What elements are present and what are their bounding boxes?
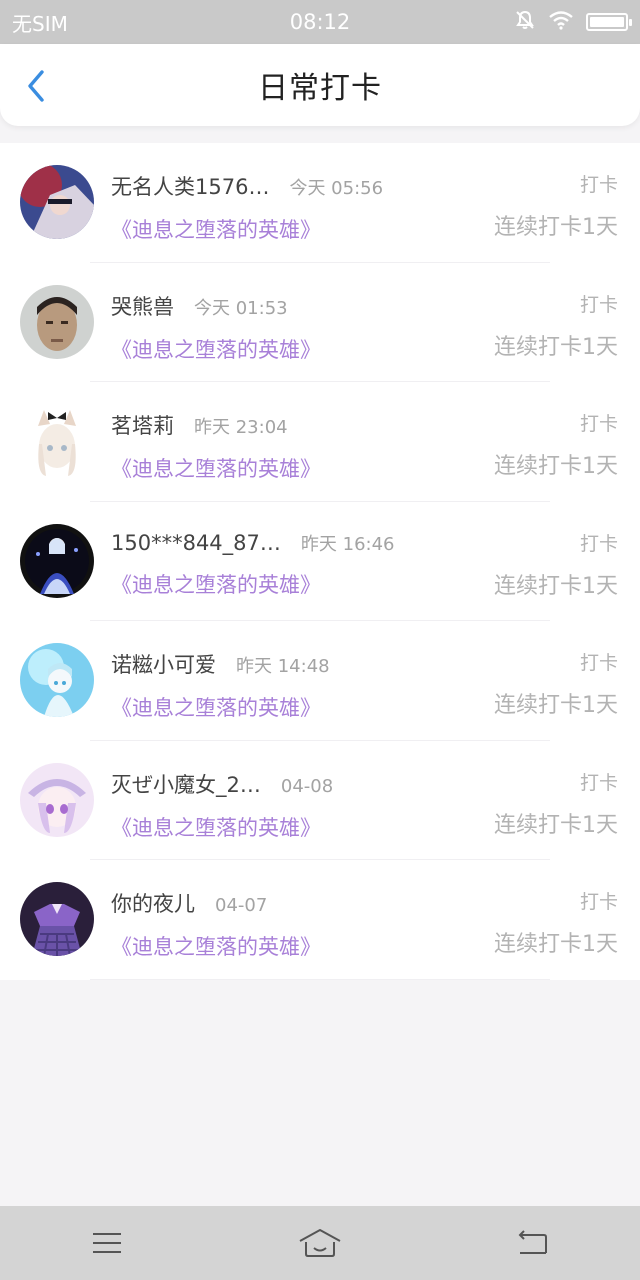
list-item[interactable]: 无名人类1576… 今天 05:56 《迪息之堕落的英雄》 打卡 连续打卡1天 <box>0 143 640 263</box>
streak-text: 连续打卡1天 <box>494 932 618 957</box>
avatar[interactable] <box>20 882 94 956</box>
checkin-label: 打卡 <box>579 293 618 316</box>
menu-icon[interactable] <box>77 1218 137 1268</box>
page-title: 日常打卡 <box>258 71 382 106</box>
checkin-time: 昨天 16:46 <box>300 533 395 555</box>
checkin-label: 打卡 <box>579 532 618 555</box>
name-line: 150***844_87… 昨天 16:46 <box>111 530 640 556</box>
name-line: 茗塔莉 昨天 23:04 <box>111 410 640 440</box>
name-line: 诺糍小可爱 昨天 14:48 <box>111 649 640 679</box>
list-item[interactable]: 你的夜儿 04-07 《迪息之堕落的英雄》 打卡 连续打卡1天 <box>0 860 640 980</box>
checkin-time: 昨天 14:48 <box>236 656 330 677</box>
chevron-left-icon[interactable] <box>18 68 54 104</box>
checkin-label: 打卡 <box>579 413 618 435</box>
list-item[interactable]: 诺糍小可爱 昨天 14:48 《迪息之堕落的英雄》 打卡 连续打卡1天 <box>0 621 640 741</box>
back-icon[interactable] <box>503 1218 563 1268</box>
checkin-time: 今天 05:56 <box>289 178 384 199</box>
checkin-time: 04-07 <box>215 895 268 916</box>
streak-text: 连续打卡1天 <box>494 812 618 838</box>
user-name[interactable]: 你的夜儿 <box>111 888 195 918</box>
user-name[interactable]: 灭ぜ小魔女_2… <box>111 769 261 799</box>
avatar[interactable] <box>20 762 94 837</box>
avatar[interactable] <box>20 404 94 478</box>
avatar[interactable] <box>20 165 94 239</box>
list-item[interactable]: 灭ぜ小魔女_2… 04-08 《迪息之堕落的英雄》 打卡 连续打卡1天 <box>0 741 640 861</box>
name-line: 灭ぜ小魔女_2… 04-08 <box>111 769 640 799</box>
status-bar: 无SIM 08:12 <box>0 0 640 44</box>
checkin-time: 今天 01:53 <box>194 297 288 319</box>
user-name[interactable]: 诺糍小可爱 <box>111 649 216 679</box>
list-item[interactable]: 150***844_87… 昨天 16:46 《迪息之堕落的英雄》 打卡 连续打… <box>0 502 640 622</box>
name-line: 你的夜儿 04-07 <box>111 888 640 918</box>
checkin-label: 打卡 <box>579 652 618 674</box>
system-nav-bar <box>0 1206 640 1280</box>
checkin-label: 打卡 <box>579 174 618 196</box>
checkin-time: 04-08 <box>280 775 334 797</box>
avatar[interactable] <box>20 643 94 717</box>
avatar[interactable] <box>20 284 94 359</box>
checkin-label: 打卡 <box>579 891 618 913</box>
user-name[interactable]: 150***844_87… <box>111 531 281 555</box>
streak-text: 连续打卡1天 <box>494 573 618 599</box>
streak-text: 连续打卡1天 <box>494 454 618 479</box>
user-name[interactable]: 茗塔莉 <box>111 410 174 440</box>
header: 日常打卡 <box>0 44 640 126</box>
checkin-time: 昨天 23:04 <box>194 417 288 438</box>
battery-icon <box>586 13 632 31</box>
list-item[interactable]: 哭熊兽 今天 01:53 《迪息之堕落的英雄》 打卡 连续打卡1天 <box>0 263 640 383</box>
list-item[interactable]: 茗塔莉 昨天 23:04 《迪息之堕落的英雄》 打卡 连续打卡1天 <box>0 382 640 502</box>
checkin-list: 无名人类1576… 今天 05:56 《迪息之堕落的英雄》 打卡 连续打卡1天 … <box>0 143 640 980</box>
streak-text: 连续打卡1天 <box>494 215 618 240</box>
streak-text: 连续打卡1天 <box>494 693 618 718</box>
name-line: 无名人类1576… 今天 05:56 <box>111 171 640 201</box>
streak-text: 连续打卡1天 <box>494 334 618 360</box>
checkin-label: 打卡 <box>579 771 618 794</box>
avatar[interactable] <box>20 523 94 598</box>
name-line: 哭熊兽 今天 01:53 <box>111 291 640 321</box>
user-name[interactable]: 无名人类1576… <box>111 171 269 201</box>
status-time: 08:12 <box>289 10 351 34</box>
user-name[interactable]: 哭熊兽 <box>111 291 174 321</box>
home-icon[interactable] <box>290 1218 350 1268</box>
